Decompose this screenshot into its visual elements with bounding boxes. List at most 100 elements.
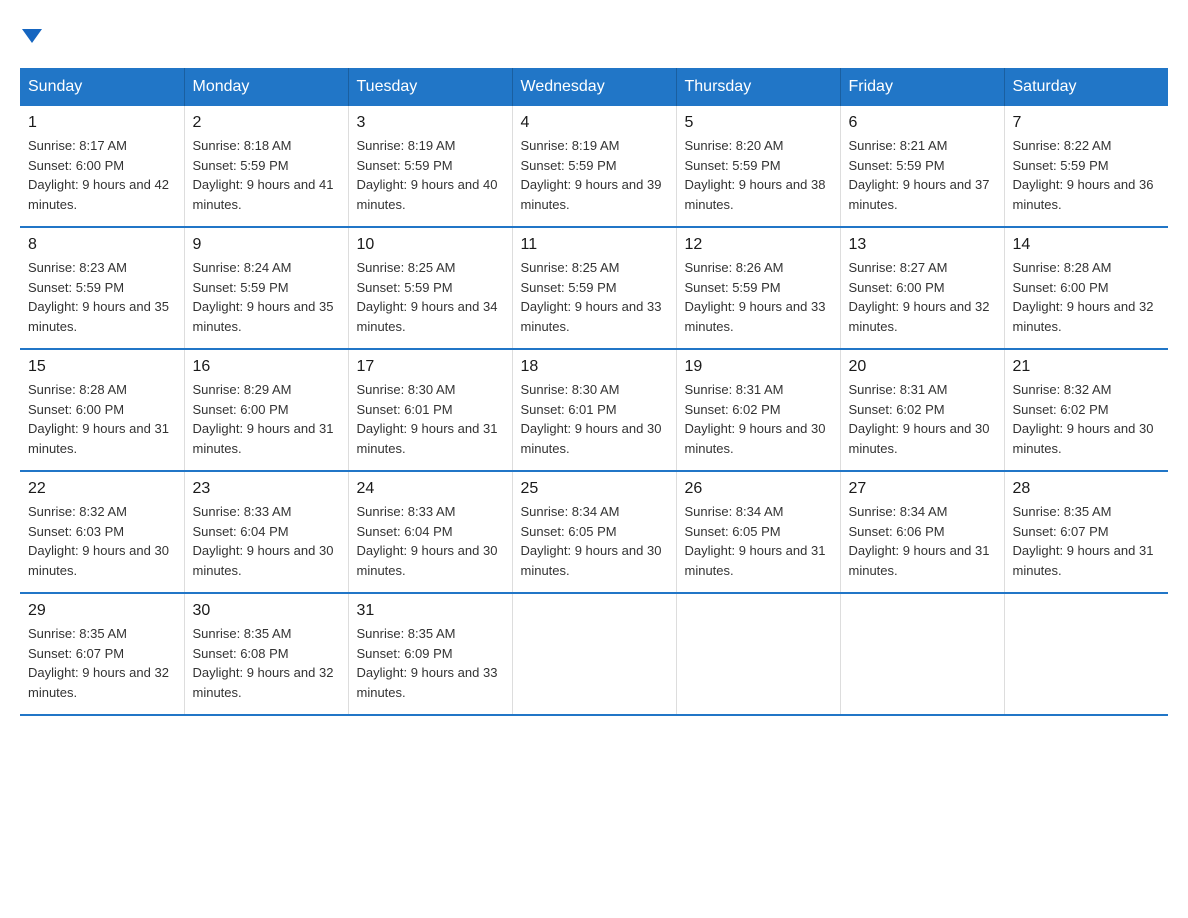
day-number: 14 [1013,236,1161,254]
day-info: Sunrise: 8:19 AM Sunset: 5:59 PM Dayligh… [357,136,504,214]
day-info: Sunrise: 8:27 AM Sunset: 6:00 PM Dayligh… [849,258,996,336]
day-number: 19 [685,358,832,376]
day-number: 21 [1013,358,1161,376]
day-info: Sunrise: 8:18 AM Sunset: 5:59 PM Dayligh… [193,136,340,214]
day-number: 1 [28,114,176,132]
day-number: 22 [28,480,176,498]
day-number: 24 [357,480,504,498]
calendar-day-cell: 30 Sunrise: 8:35 AM Sunset: 6:08 PM Dayl… [184,593,348,715]
day-number: 9 [193,236,340,254]
calendar-day-cell: 19 Sunrise: 8:31 AM Sunset: 6:02 PM Dayl… [676,349,840,471]
day-info: Sunrise: 8:17 AM Sunset: 6:00 PM Dayligh… [28,136,176,214]
day-info: Sunrise: 8:30 AM Sunset: 6:01 PM Dayligh… [521,380,668,458]
day-number: 2 [193,114,340,132]
day-info: Sunrise: 8:33 AM Sunset: 6:04 PM Dayligh… [357,502,504,580]
day-of-week-header: Monday [184,68,348,106]
calendar-day-cell [512,593,676,715]
day-number: 28 [1013,480,1161,498]
day-info: Sunrise: 8:23 AM Sunset: 5:59 PM Dayligh… [28,258,176,336]
day-number: 3 [357,114,504,132]
day-number: 4 [521,114,668,132]
calendar-day-cell: 24 Sunrise: 8:33 AM Sunset: 6:04 PM Dayl… [348,471,512,593]
day-number: 11 [521,236,668,254]
calendar-day-cell: 20 Sunrise: 8:31 AM Sunset: 6:02 PM Dayl… [840,349,1004,471]
day-info: Sunrise: 8:21 AM Sunset: 5:59 PM Dayligh… [849,136,996,214]
day-of-week-header: Tuesday [348,68,512,106]
calendar-day-cell: 14 Sunrise: 8:28 AM Sunset: 6:00 PM Dayl… [1004,227,1168,349]
calendar-day-cell: 18 Sunrise: 8:30 AM Sunset: 6:01 PM Dayl… [512,349,676,471]
day-number: 27 [849,480,996,498]
calendar-day-cell [676,593,840,715]
calendar-day-cell: 27 Sunrise: 8:34 AM Sunset: 6:06 PM Dayl… [840,471,1004,593]
day-number: 31 [357,602,504,620]
calendar-day-cell: 10 Sunrise: 8:25 AM Sunset: 5:59 PM Dayl… [348,227,512,349]
day-number: 26 [685,480,832,498]
day-info: Sunrise: 8:28 AM Sunset: 6:00 PM Dayligh… [1013,258,1161,336]
calendar-day-cell: 12 Sunrise: 8:26 AM Sunset: 5:59 PM Dayl… [676,227,840,349]
day-number: 23 [193,480,340,498]
calendar-body: 1 Sunrise: 8:17 AM Sunset: 6:00 PM Dayli… [20,106,1168,715]
calendar-day-cell: 8 Sunrise: 8:23 AM Sunset: 5:59 PM Dayli… [20,227,184,349]
calendar-day-cell: 6 Sunrise: 8:21 AM Sunset: 5:59 PM Dayli… [840,106,1004,227]
calendar-week-row: 22 Sunrise: 8:32 AM Sunset: 6:03 PM Dayl… [20,471,1168,593]
day-number: 17 [357,358,504,376]
day-of-week-header: Thursday [676,68,840,106]
day-number: 7 [1013,114,1161,132]
calendar-day-cell: 23 Sunrise: 8:33 AM Sunset: 6:04 PM Dayl… [184,471,348,593]
calendar-day-cell: 4 Sunrise: 8:19 AM Sunset: 5:59 PM Dayli… [512,106,676,227]
page-header [20,20,1168,48]
calendar-day-cell: 22 Sunrise: 8:32 AM Sunset: 6:03 PM Dayl… [20,471,184,593]
calendar-day-cell: 26 Sunrise: 8:34 AM Sunset: 6:05 PM Dayl… [676,471,840,593]
day-info: Sunrise: 8:19 AM Sunset: 5:59 PM Dayligh… [521,136,668,214]
day-of-week-header: Friday [840,68,1004,106]
day-number: 20 [849,358,996,376]
logo [20,20,42,48]
day-info: Sunrise: 8:33 AM Sunset: 6:04 PM Dayligh… [193,502,340,580]
day-info: Sunrise: 8:25 AM Sunset: 5:59 PM Dayligh… [357,258,504,336]
calendar-day-cell: 31 Sunrise: 8:35 AM Sunset: 6:09 PM Dayl… [348,593,512,715]
calendar-day-cell: 9 Sunrise: 8:24 AM Sunset: 5:59 PM Dayli… [184,227,348,349]
day-info: Sunrise: 8:35 AM Sunset: 6:09 PM Dayligh… [357,624,504,702]
day-number: 5 [685,114,832,132]
calendar-day-cell: 11 Sunrise: 8:25 AM Sunset: 5:59 PM Dayl… [512,227,676,349]
day-number: 13 [849,236,996,254]
day-info: Sunrise: 8:22 AM Sunset: 5:59 PM Dayligh… [1013,136,1161,214]
calendar-day-cell: 7 Sunrise: 8:22 AM Sunset: 5:59 PM Dayli… [1004,106,1168,227]
calendar-day-cell: 28 Sunrise: 8:35 AM Sunset: 6:07 PM Dayl… [1004,471,1168,593]
logo-text [20,20,42,48]
calendar-day-cell [1004,593,1168,715]
day-info: Sunrise: 8:34 AM Sunset: 6:05 PM Dayligh… [685,502,832,580]
calendar-day-cell: 15 Sunrise: 8:28 AM Sunset: 6:00 PM Dayl… [20,349,184,471]
calendar-week-row: 8 Sunrise: 8:23 AM Sunset: 5:59 PM Dayli… [20,227,1168,349]
day-info: Sunrise: 8:30 AM Sunset: 6:01 PM Dayligh… [357,380,504,458]
calendar-header: SundayMondayTuesdayWednesdayThursdayFrid… [20,68,1168,106]
day-info: Sunrise: 8:28 AM Sunset: 6:00 PM Dayligh… [28,380,176,458]
calendar-day-cell: 21 Sunrise: 8:32 AM Sunset: 6:02 PM Dayl… [1004,349,1168,471]
calendar-day-cell: 1 Sunrise: 8:17 AM Sunset: 6:00 PM Dayli… [20,106,184,227]
day-number: 12 [685,236,832,254]
calendar-day-cell: 17 Sunrise: 8:30 AM Sunset: 6:01 PM Dayl… [348,349,512,471]
day-info: Sunrise: 8:26 AM Sunset: 5:59 PM Dayligh… [685,258,832,336]
day-info: Sunrise: 8:29 AM Sunset: 6:00 PM Dayligh… [193,380,340,458]
day-number: 6 [849,114,996,132]
calendar-day-cell: 16 Sunrise: 8:29 AM Sunset: 6:00 PM Dayl… [184,349,348,471]
day-of-week-header: Wednesday [512,68,676,106]
day-number: 8 [28,236,176,254]
day-of-week-header: Saturday [1004,68,1168,106]
day-number: 25 [521,480,668,498]
day-of-week-header: Sunday [20,68,184,106]
day-info: Sunrise: 8:31 AM Sunset: 6:02 PM Dayligh… [685,380,832,458]
calendar-day-cell: 13 Sunrise: 8:27 AM Sunset: 6:00 PM Dayl… [840,227,1004,349]
calendar-day-cell [840,593,1004,715]
calendar-day-cell: 5 Sunrise: 8:20 AM Sunset: 5:59 PM Dayli… [676,106,840,227]
day-info: Sunrise: 8:24 AM Sunset: 5:59 PM Dayligh… [193,258,340,336]
day-info: Sunrise: 8:35 AM Sunset: 6:08 PM Dayligh… [193,624,340,702]
day-info: Sunrise: 8:34 AM Sunset: 6:05 PM Dayligh… [521,502,668,580]
day-info: Sunrise: 8:31 AM Sunset: 6:02 PM Dayligh… [849,380,996,458]
day-info: Sunrise: 8:25 AM Sunset: 5:59 PM Dayligh… [521,258,668,336]
day-number: 10 [357,236,504,254]
calendar-table: SundayMondayTuesdayWednesdayThursdayFrid… [20,68,1168,716]
day-info: Sunrise: 8:35 AM Sunset: 6:07 PM Dayligh… [1013,502,1161,580]
day-number: 29 [28,602,176,620]
day-info: Sunrise: 8:35 AM Sunset: 6:07 PM Dayligh… [28,624,176,702]
